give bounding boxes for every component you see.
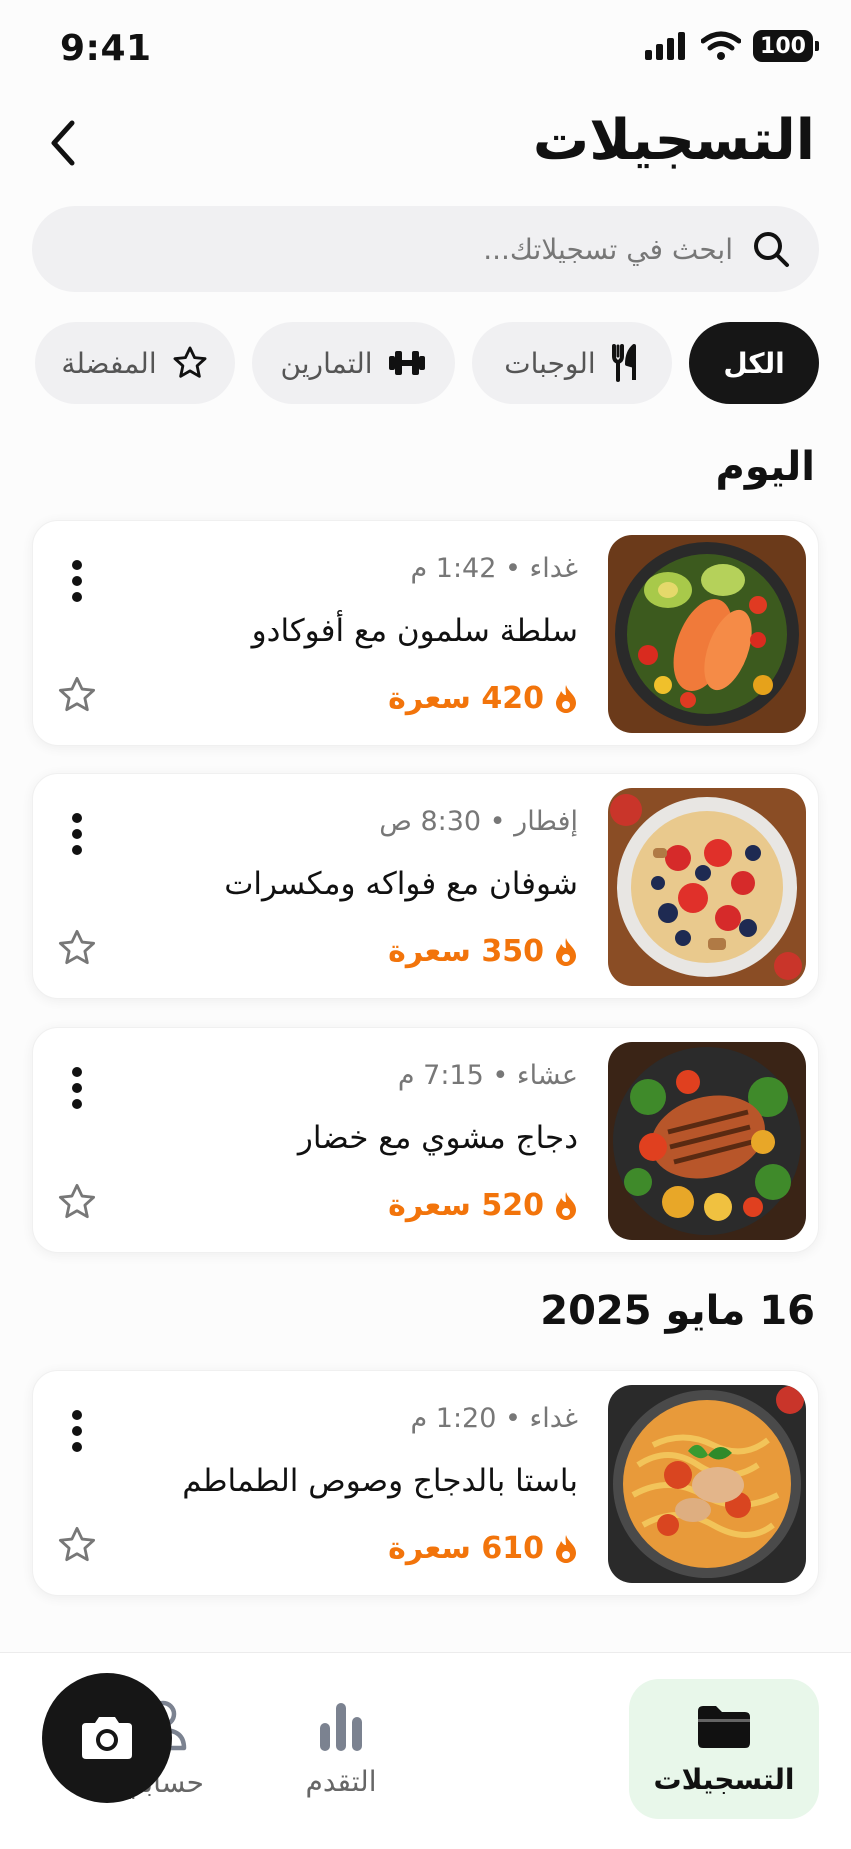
bar-chart-icon <box>320 1702 362 1751</box>
more-options-button[interactable] <box>57 1058 97 1118</box>
screen: 9:41 100 التسجيلات ابحث في تسجيلاتك... ا… <box>0 0 851 1849</box>
record-title: باستا بالدجاج وصوص الطماطم <box>182 1463 578 1499</box>
nav-progress-label: التقدم <box>305 1764 377 1798</box>
record-calories: 520 سعرة <box>388 1188 578 1223</box>
nav-progress[interactable]: التقدم <box>246 1679 436 1819</box>
star-icon <box>173 346 207 378</box>
food-image-salmon-salad <box>608 535 806 733</box>
flame-icon <box>556 1191 576 1220</box>
filter-all[interactable]: الكل <box>689 322 819 404</box>
record-calories-value: 520 سعرة <box>388 1188 544 1223</box>
record-meta: عشاء • 7:15 م <box>397 1060 578 1091</box>
filter-all-label: الكل <box>723 346 785 380</box>
section-title-date: 16 مايو 2025 <box>540 1288 815 1334</box>
record-card[interactable]: إفطار • 8:30 ص شوفان مع فواكه ومكسرات 35… <box>32 773 819 999</box>
record-title: شوفان مع فواكه ومكسرات <box>224 866 578 902</box>
favorite-button[interactable] <box>53 1178 101 1226</box>
flame-icon <box>556 1534 576 1563</box>
search-input[interactable] <box>133 232 733 266</box>
wifi-icon <box>701 31 741 60</box>
record-calories-value: 420 سعرة <box>388 681 544 716</box>
bottom-nav: التسجيلات التقدم حسابي <box>0 1652 851 1849</box>
camera-button[interactable] <box>42 1673 172 1803</box>
more-vertical-icon <box>72 813 82 855</box>
more-vertical-icon <box>72 1410 82 1452</box>
filter-favorites-label: المفضلة <box>61 346 157 380</box>
filter-favorites[interactable]: المفضلة <box>35 322 235 404</box>
record-card[interactable]: غداء • 1:42 م سلطة سلمون مع أفوكادو 420 … <box>32 520 819 746</box>
more-options-button[interactable] <box>57 551 97 611</box>
star-outline-icon <box>58 929 96 965</box>
food-image-oatmeal-fruit <box>608 788 806 986</box>
flame-icon <box>556 684 576 713</box>
favorite-button[interactable] <box>53 1521 101 1569</box>
battery-level: 100 <box>760 33 806 59</box>
dumbbell-icon <box>388 351 425 375</box>
camera-icon <box>82 1717 132 1759</box>
favorite-button[interactable] <box>53 671 101 719</box>
record-meta: غداء • 1:20 م <box>410 1403 578 1434</box>
record-meta: غداء • 1:42 م <box>410 553 578 584</box>
filter-workouts[interactable]: التمارين <box>252 322 455 404</box>
search-icon <box>749 227 793 271</box>
more-vertical-icon <box>72 1067 82 1109</box>
section-title-today: اليوم <box>715 444 815 490</box>
favorite-button[interactable] <box>53 924 101 972</box>
header: التسجيلات <box>0 96 851 196</box>
fork-knife-icon <box>611 344 636 382</box>
status-time: 9:41 <box>60 28 152 69</box>
record-calories: 610 سعرة <box>388 1531 578 1566</box>
more-options-button[interactable] <box>57 804 97 864</box>
folder-icon <box>698 1705 750 1748</box>
filter-meals[interactable]: الوجبات <box>472 322 672 404</box>
record-calories: 420 سعرة <box>388 681 578 716</box>
more-vertical-icon <box>72 560 82 602</box>
filter-chips: الكل الوجبات التمارين المفضلة <box>32 322 819 404</box>
record-title: دجاج مشوي مع خضار <box>297 1120 578 1156</box>
nav-records-label: التسجيلات <box>653 1762 795 1796</box>
more-options-button[interactable] <box>57 1401 97 1461</box>
page-title: التسجيلات <box>532 108 815 173</box>
record-calories-value: 610 سعرة <box>388 1531 544 1566</box>
back-button[interactable] <box>38 118 88 168</box>
record-card[interactable]: عشاء • 7:15 م دجاج مشوي مع خضار 520 سعرة <box>32 1027 819 1253</box>
filter-workouts-label: التمارين <box>280 346 373 380</box>
record-meta: إفطار • 8:30 ص <box>379 806 578 837</box>
battery-indicator: 100 <box>753 30 819 62</box>
star-outline-icon <box>58 1526 96 1562</box>
star-outline-icon <box>58 676 96 712</box>
food-image-chicken-pasta <box>608 1385 806 1583</box>
record-title: سلطة سلمون مع أفوكادو <box>251 613 578 649</box>
status-bar: 9:41 100 <box>0 0 851 96</box>
record-calories: 350 سعرة <box>388 934 578 969</box>
nav-records[interactable]: التسجيلات <box>629 1679 819 1819</box>
food-image-grilled-chicken <box>608 1042 806 1240</box>
search-bar[interactable] <box>32 206 819 292</box>
status-icons: 100 <box>645 30 819 62</box>
filter-meals-label: الوجبات <box>504 346 596 380</box>
chevron-left-icon <box>51 120 75 166</box>
signal-icon <box>645 32 685 60</box>
flame-icon <box>556 937 576 966</box>
record-card[interactable]: غداء • 1:20 م باستا بالدجاج وصوص الطماطم… <box>32 1370 819 1596</box>
star-outline-icon <box>58 1183 96 1219</box>
record-calories-value: 350 سعرة <box>388 934 544 969</box>
